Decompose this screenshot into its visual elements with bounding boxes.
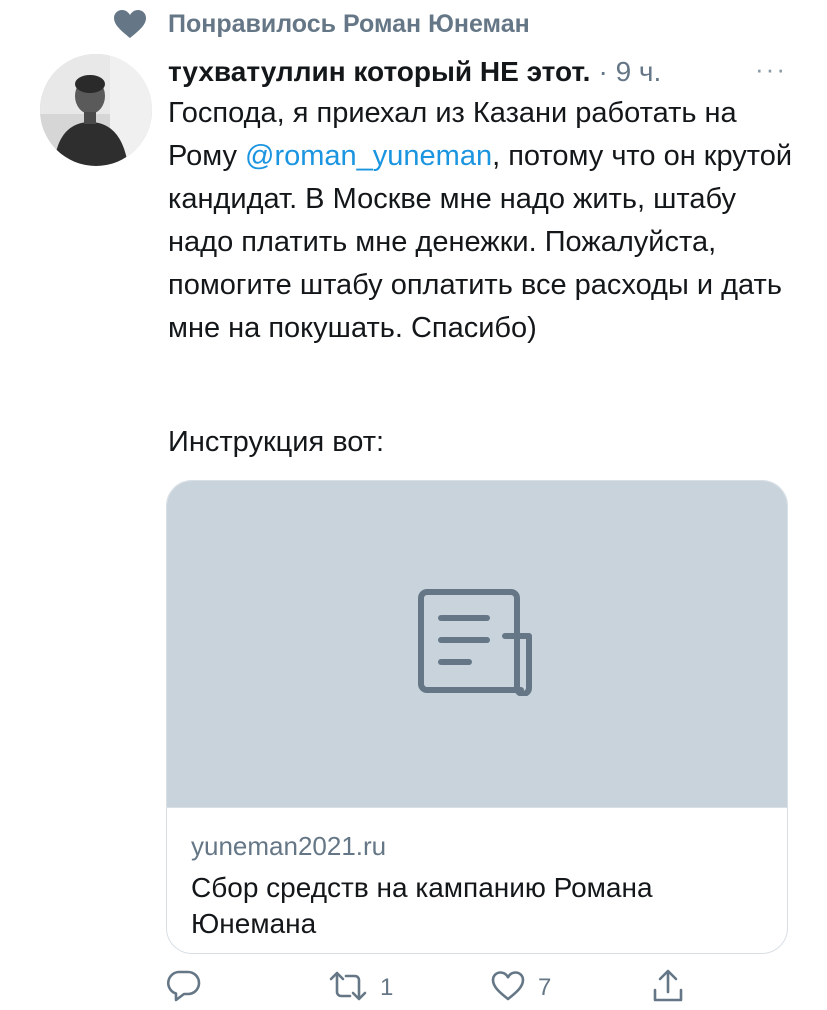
card-media[interactable] (167, 481, 787, 808)
more-options-icon[interactable]: ··· (755, 54, 787, 85)
tweet-header: тухватуллин который НЕ этот. · 9 ч. ··· (168, 50, 787, 94)
retweet-count: 1 (380, 974, 394, 1001)
tweet-text-instructions: Инструкция вот: (168, 426, 385, 458)
mention-link[interactable]: @roman_yuneman (245, 140, 492, 172)
retweet-icon (328, 968, 368, 1009)
avatar[interactable] (40, 54, 152, 166)
reply-icon (166, 968, 202, 1009)
tweet-time[interactable]: · 9 ч. (598, 56, 661, 88)
tweet-screen: Понравилось Роман Юнеман тухватуллин кот… (0, 0, 827, 1010)
social-context-text[interactable]: Понравилось Роман Юнеман (168, 10, 530, 39)
document-icon (417, 588, 537, 701)
retweet-button[interactable]: 1 (328, 966, 393, 1010)
card-title: Сбор средств на кампанию Романа Юнемана (191, 872, 653, 939)
link-card[interactable]: yuneman2021.ru Сбор средств на кампанию … (166, 480, 788, 954)
like-count: 7 (538, 974, 552, 1001)
social-context: Понравилось Роман Юнеман (112, 6, 530, 42)
author-name[interactable]: тухватуллин который НЕ этот. (168, 56, 590, 88)
share-button[interactable] (650, 966, 686, 1010)
card-domain: yuneman2021.ru (191, 831, 387, 861)
heart-icon (112, 8, 148, 40)
reply-button[interactable] (166, 966, 202, 1010)
card-info: yuneman2021.ru Сбор средств на кампанию … (167, 808, 787, 942)
tweet-text: Господа, я приехал из Казани работать на… (168, 92, 798, 350)
like-button[interactable]: 7 (490, 966, 551, 1010)
tweet-actions: 1 7 (166, 966, 706, 1010)
share-icon (650, 968, 686, 1009)
heart-outline-icon (490, 969, 526, 1008)
